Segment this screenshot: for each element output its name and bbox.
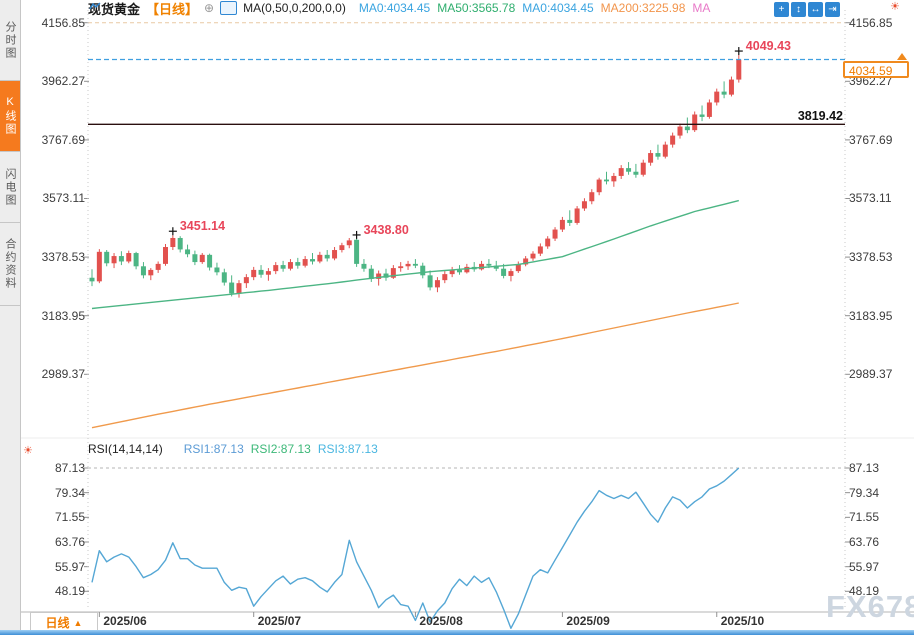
- ma-value-label: MA: [692, 1, 710, 15]
- ma-style-icon[interactable]: [220, 1, 237, 15]
- period-selector-label: 日线: [46, 614, 70, 631]
- trading-chart-window: 分时图K线图闪电图合约资料 现货黄金 【日线】 ⊕ MA(0,50,0,200,…: [0, 0, 914, 635]
- price-axis-label: 4156.85: [18, 16, 85, 30]
- ma-value-label: MA0:4034.45: [359, 1, 430, 15]
- date-axis-label: 2025/08: [419, 614, 462, 628]
- ma-value-label: MA0:4034.45: [522, 1, 593, 15]
- price-axis-label: 3183.95: [849, 309, 911, 323]
- sidebar-tab-3[interactable]: 闪电图: [0, 152, 20, 223]
- current-price-box: 4034.59: [843, 61, 909, 78]
- price-axis-label: 3378.53: [849, 250, 911, 264]
- rsi-axis-label: 48.19: [849, 584, 911, 598]
- rsi-axis-label: 71.55: [18, 510, 85, 524]
- sidebar-tab-1[interactable]: 分时图: [0, 0, 20, 81]
- settings-sun-icon[interactable]: ☀: [890, 2, 900, 13]
- ma-values: MA0:4034.45 MA50:3565.78 MA0:4034.45 MA200:…: [352, 1, 711, 15]
- rsi-value-label: RSI1:87.13: [184, 442, 244, 456]
- price-peak-annotation: 4049.43: [746, 39, 791, 53]
- price-axis-label: 3573.11: [849, 191, 911, 205]
- rsi-axis-label: 87.13: [849, 461, 911, 475]
- level-line-label: 3819.42: [779, 109, 843, 123]
- date-axis-label: 2025/07: [258, 614, 301, 628]
- rsi-values: RSI1:87.13 RSI2:87.13 RSI3:87.13: [177, 442, 378, 456]
- rsi-axis-label: 55.97: [849, 560, 911, 574]
- scale-vertical-icon[interactable]: ↕: [791, 2, 806, 17]
- price-peak-annotation: 3438.80: [364, 223, 409, 237]
- zigzag-glyph: [88, 0, 103, 12]
- price-axis-label: 3378.53: [18, 250, 85, 264]
- rsi-axis-label: 79.34: [849, 486, 911, 500]
- price-axis-label: 3183.95: [18, 309, 85, 323]
- ma-value-label: MA200:3225.98: [601, 1, 686, 15]
- price-axis-label: 2989.37: [18, 367, 85, 381]
- rsi-value-label: RSI2:87.13: [251, 442, 311, 456]
- exit-chart-icon[interactable]: ⇥: [825, 2, 840, 17]
- chart-header: 现货黄金 【日线】 ⊕ MA(0,50,0,200,0,0) MA0:4034.…: [88, 0, 710, 16]
- period-selector-arrow-icon: ▲: [74, 618, 83, 628]
- price-axis-label: 3767.69: [18, 133, 85, 147]
- rsi-settings-sun-icon[interactable]: ☀: [23, 446, 33, 457]
- period-tag: 【日线】: [146, 0, 198, 18]
- price-axis-label: 3767.69: [849, 133, 911, 147]
- ma-value-label: MA50:3565.78: [437, 1, 515, 15]
- sidebar: 分时图K线图闪电图合约资料: [0, 0, 21, 630]
- date-axis-label: 2025/09: [566, 614, 609, 628]
- bottom-scroll-strip[interactable]: [0, 630, 914, 635]
- rsi-axis-label: 79.34: [18, 486, 85, 500]
- add-indicator-icon[interactable]: ⊕: [204, 1, 214, 15]
- price-axis-label: 3962.27: [18, 74, 85, 88]
- price-axis-label: 4156.85: [849, 16, 911, 30]
- chart-toolbar: +↕↔⇥: [774, 2, 840, 17]
- rsi-axis-label: 87.13: [18, 461, 85, 475]
- rsi-header: RSI(14,14,14) RSI1:87.13 RSI2:87.13 RSI3:8…: [88, 442, 378, 456]
- price-axis-label: 3573.11: [18, 191, 85, 205]
- sidebar-tab-4[interactable]: 合约资料: [0, 223, 20, 306]
- ma-params-label: MA(0,50,0,200,0,0): [243, 1, 346, 15]
- price-peak-annotation: 3451.14: [180, 219, 225, 233]
- rsi-axis-label: 63.76: [18, 535, 85, 549]
- rsi-axis-label: 71.55: [849, 510, 911, 524]
- price-axis-label: 2989.37: [849, 367, 911, 381]
- chart-plot-area[interactable]: [0, 0, 914, 635]
- rsi-value-label: RSI3:87.13: [318, 442, 378, 456]
- rsi-axis-label: 55.97: [18, 560, 85, 574]
- rsi-axis-label: 63.76: [849, 535, 911, 549]
- pan-crosshair-icon[interactable]: +: [774, 2, 789, 17]
- price-up-arrow-icon: [897, 53, 907, 60]
- sidebar-tab-2[interactable]: K线图: [0, 81, 20, 152]
- rsi-params-label: RSI(14,14,14): [88, 442, 163, 456]
- scale-horizontal-icon[interactable]: ↔: [808, 2, 823, 17]
- date-axis-label: 2025/06: [103, 614, 146, 628]
- rsi-axis-label: 48.19: [18, 584, 85, 598]
- date-axis-label: 2025/10: [721, 614, 764, 628]
